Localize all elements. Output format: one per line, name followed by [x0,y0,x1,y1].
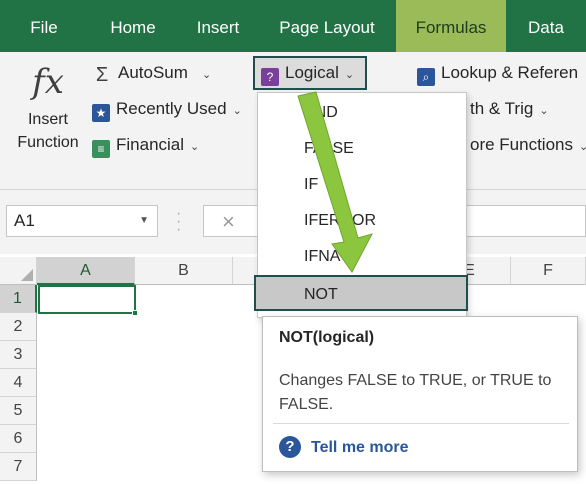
tab-insert[interactable]: Insert [178,0,258,52]
help-icon: ? [279,436,301,458]
tell-me-more-link[interactable]: ? Tell me more [279,435,409,461]
logical-dropdown-menu: AND FALSE IF IFERROR IFNA NOT [254,92,468,318]
chevron-down-icon: ⌄ [232,105,242,117]
star-icon: ★ [92,104,110,122]
row-header-4[interactable]: 4 [0,369,37,397]
tab-page-layout[interactable]: Page Layout [258,0,396,52]
fill-handle[interactable] [132,310,138,316]
column-header-b[interactable]: B [135,257,233,285]
tooltip-title: NOT(logical) [279,329,375,346]
lookup-reference-button[interactable]: ⌕ Lookup & Referen [417,58,578,88]
name-box-value: A1 [14,211,35,230]
row-header-1[interactable]: 1 [0,285,37,313]
menu-item-ifna[interactable]: IFNA [258,239,466,275]
chevron-down-icon: ⌄ [190,141,200,153]
ribbon-tab-bar: File Home Insert Page Layout Formulas Da… [0,0,586,52]
tooltip-description: Changes FALSE to TRUE, or TRUE to FALSE. [279,372,552,413]
fx-icon: fx [32,62,64,102]
logical-label: Logical [285,63,339,82]
formula-bar-resize-handle[interactable]: · · · [176,206,181,238]
row-header-5[interactable]: 5 [0,397,37,425]
row-header-2[interactable]: 2 [0,313,37,341]
row-header-7[interactable]: 7 [0,453,37,481]
chevron-down-icon: ⌄ [201,69,212,81]
name-box[interactable]: A1 ▼ [6,205,158,237]
chevron-down-icon: ⌄ [344,69,355,81]
chevron-down-icon[interactable]: ▼ [139,206,149,236]
logical-button[interactable]: ? Logical ⌄ [253,56,367,90]
column-header-f[interactable]: F [511,257,586,285]
financial-label: Financial [116,135,185,154]
menu-item-and[interactable]: AND [258,95,466,131]
active-cell-a1[interactable] [38,285,138,316]
lookup-magnifier-icon: ⌕ [417,68,435,86]
tab-data[interactable]: Data [506,0,586,52]
sigma-icon: Σ [95,64,109,86]
more-functions-button[interactable]: ore Functions ⌄ [470,130,586,160]
tell-me-more-label: Tell me more [311,439,409,456]
function-tooltip: NOT(logical) Changes FALSE to TRUE, or T… [262,316,578,472]
financial-book-icon: ≡ [92,140,110,158]
math-trig-button[interactable]: th & Trig ⌄ [470,94,549,124]
menu-item-false[interactable]: FALSE [258,131,466,167]
insert-function-label-line1: Insert [27,111,68,128]
insert-function-label-line2: Function [17,134,79,151]
tooltip-divider [273,423,569,424]
autosum-label: AutoSum [118,63,188,82]
more-functions-label: ore Functions [470,135,573,154]
autosum-button[interactable]: Σ AutoSum ⌄ [92,58,211,88]
row-header-3[interactable]: 3 [0,341,37,369]
recently-used-label: Recently Used [116,99,227,118]
insert-function-button[interactable]: fx Insert Function [10,56,86,176]
row-header-6[interactable]: 6 [0,425,37,453]
menu-item-not[interactable]: NOT [254,275,468,311]
math-trig-label: th & Trig [470,99,534,118]
financial-button[interactable]: ≡ Financial ⌄ [92,130,199,160]
recently-used-button[interactable]: ★ Recently Used ⌄ [92,94,242,124]
chevron-down-icon: ⌄ [539,105,549,117]
menu-item-iferror[interactable]: IFERROR [258,203,466,239]
tab-file[interactable]: File [0,0,88,52]
lookup-label: Lookup & Referen [441,63,579,82]
column-header-a[interactable]: A [37,257,135,285]
question-book-icon: ? [261,68,279,86]
cancel-icon[interactable]: × [222,209,235,235]
select-all-button[interactable] [0,257,37,285]
tab-home[interactable]: Home [88,0,178,52]
menu-item-if[interactable]: IF [258,167,466,203]
tab-formulas[interactable]: Formulas [396,0,506,52]
chevron-down-icon: ⌄ [579,141,586,153]
